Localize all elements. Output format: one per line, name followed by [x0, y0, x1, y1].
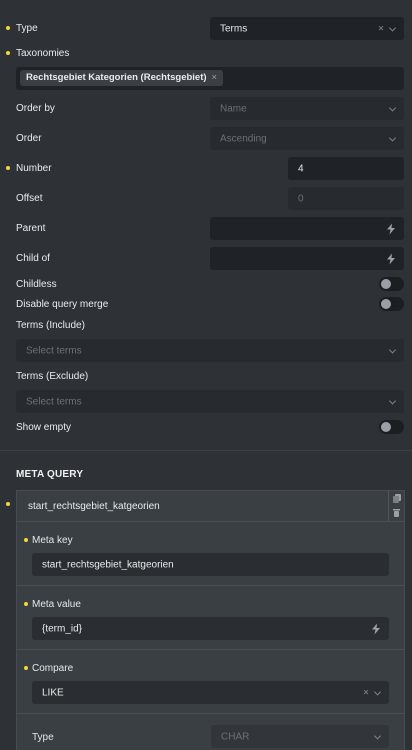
clear-icon[interactable]: ×: [363, 687, 369, 698]
parent-input[interactable]: [210, 217, 404, 240]
order-by-select[interactable]: Name: [210, 97, 404, 120]
changed-indicator: [24, 666, 28, 670]
meta-type-label: Type: [32, 732, 54, 743]
chevron-down-icon: [388, 23, 397, 32]
dynamic-data-icon[interactable]: [387, 223, 395, 234]
meta-type-select[interactable]: CHAR: [211, 725, 389, 748]
order-placeholder: Ascending: [220, 133, 267, 144]
taxonomy-tag: Rechtsgebiet Kategorien (Rechtsgebiet) ×: [20, 70, 224, 86]
disable-query-merge-label: Disable query merge: [16, 299, 109, 310]
terms-include-placeholder: Select terms: [26, 345, 82, 356]
order-by-placeholder: Name: [220, 103, 247, 114]
section-divider: [0, 450, 412, 451]
compare-label: Compare: [32, 663, 74, 674]
repeater-item-header[interactable]: start_rechtsgebiet_katgeorien: [17, 491, 404, 522]
meta-value-value: {term_id}: [42, 623, 83, 634]
toggle-knob: [381, 279, 391, 289]
dynamic-data-icon[interactable]: [372, 623, 380, 634]
taxonomies-label: Taxonomies: [16, 48, 70, 59]
offset-input[interactable]: 0: [288, 187, 404, 210]
order-label: Order: [16, 133, 42, 144]
trash-icon[interactable]: [393, 509, 400, 517]
compare-value: LIKE: [42, 687, 64, 698]
child-of-input[interactable]: [210, 247, 404, 270]
repeater-item-actions: [388, 491, 404, 522]
meta-value-label: Meta value: [32, 599, 81, 610]
repeater-item-title: start_rechtsgebiet_katgeorien: [28, 501, 160, 512]
child-of-label: Child of: [16, 253, 50, 264]
meta-query-heading: META QUERY: [16, 469, 84, 480]
chevron-down-icon: [373, 687, 382, 696]
changed-indicator: [6, 51, 10, 55]
meta-key-row: Meta key start_rechtsgebiet_katgeorien: [17, 522, 404, 586]
remove-tag-icon[interactable]: ×: [212, 72, 218, 83]
changed-indicator: [6, 166, 10, 170]
toggle-knob: [381, 422, 391, 432]
chevron-down-icon: [388, 396, 397, 405]
clear-icon[interactable]: ×: [378, 23, 384, 34]
taxonomy-tag-label: Rechtsgebiet Kategorien (Rechtsgebiet): [26, 72, 207, 83]
parent-label: Parent: [16, 223, 46, 234]
meta-value-row: Meta value {term_id}: [17, 586, 404, 650]
terms-include-select[interactable]: Select terms: [16, 339, 404, 362]
changed-indicator: [6, 26, 10, 30]
terms-exclude-placeholder: Select terms: [26, 396, 82, 407]
order-select[interactable]: Ascending: [210, 127, 404, 150]
meta-type-placeholder: CHAR: [221, 731, 250, 742]
meta-key-value: start_rechtsgebiet_katgeorien: [42, 559, 174, 570]
terms-include-label: Terms (Include): [16, 320, 85, 331]
meta-key-label: Meta key: [32, 535, 73, 546]
order-by-label: Order by: [16, 103, 55, 114]
changed-indicator: [24, 602, 28, 606]
dynamic-data-icon[interactable]: [387, 253, 395, 264]
taxonomies-select[interactable]: Rechtsgebiet Kategorien (Rechtsgebiet) ×: [16, 67, 404, 90]
childless-toggle[interactable]: [379, 277, 404, 291]
chevron-down-icon: [388, 133, 397, 142]
number-value: 4: [298, 163, 304, 174]
copy-icon[interactable]: [393, 494, 401, 503]
offset-label: Offset: [16, 193, 43, 204]
number-label: Number: [16, 163, 52, 174]
compare-row: Compare LIKE ×: [17, 650, 404, 714]
childless-label: Childless: [16, 279, 57, 290]
number-input[interactable]: 4: [288, 157, 404, 180]
type-select[interactable]: Terms ×: [210, 17, 404, 40]
terms-exclude-label: Terms (Exclude): [16, 371, 89, 382]
chevron-down-icon: [373, 731, 382, 740]
chevron-down-icon: [388, 345, 397, 354]
disable-query-merge-toggle[interactable]: [379, 297, 404, 311]
changed-indicator: [6, 502, 10, 506]
offset-placeholder: 0: [298, 193, 304, 204]
show-empty-label: Show empty: [16, 422, 72, 433]
changed-indicator: [24, 538, 28, 542]
terms-exclude-select[interactable]: Select terms: [16, 390, 404, 413]
type-label: Type: [16, 23, 38, 34]
meta-query-repeater-item: start_rechtsgebiet_katgeorien Meta key s…: [16, 490, 405, 750]
meta-key-input[interactable]: start_rechtsgebiet_katgeorien: [32, 553, 389, 576]
chevron-down-icon: [388, 103, 397, 112]
meta-type-row: Type CHAR: [17, 714, 404, 750]
show-empty-toggle[interactable]: [379, 420, 404, 434]
meta-value-input[interactable]: {term_id}: [32, 617, 389, 640]
type-value: Terms: [220, 23, 248, 34]
toggle-knob: [381, 299, 391, 309]
compare-select[interactable]: LIKE ×: [32, 681, 389, 704]
